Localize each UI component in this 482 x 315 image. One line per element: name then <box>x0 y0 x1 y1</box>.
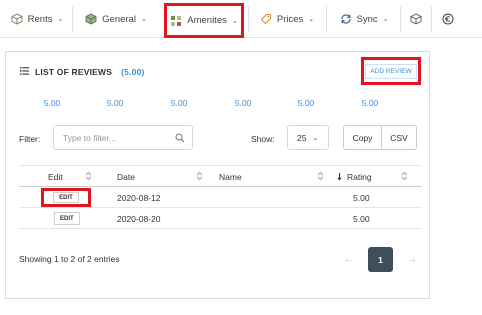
rating-stats: 5.00 5.00 5.00 5.00 5.00 5.00 <box>6 98 431 110</box>
sort-descending-icon[interactable] <box>336 172 343 184</box>
column-header-name[interactable]: Name <box>219 172 242 182</box>
card-title: LIST OF REVIEWS (5.00) <box>20 67 145 77</box>
stat-value: 5.00 <box>43 98 61 108</box>
copy-button[interactable]: Copy <box>343 125 382 150</box>
chevron-down-icon: ⌄ <box>312 134 319 142</box>
stat-value: 5.00 <box>106 98 124 108</box>
sort-icon[interactable] <box>196 171 203 183</box>
nav-tab-rents[interactable]: Rents ⌄ <box>6 4 68 34</box>
stat-value: 5.00 <box>361 98 379 108</box>
add-review-button[interactable]: ADD REVIEW <box>365 63 417 79</box>
chevron-down-icon: ⌄ <box>140 16 147 23</box>
nav-tab-prices[interactable]: Prices ⌄ <box>252 4 322 34</box>
edit-highlight: EDIT <box>41 188 91 207</box>
export-buttons: Copy CSV <box>343 125 417 150</box>
box-icon <box>85 13 97 25</box>
stat-value: 5.00 <box>234 98 252 108</box>
page-size-value: 25 <box>297 132 307 143</box>
cell-date: 2020-08-12 <box>117 193 161 203</box>
nav-divider <box>431 6 432 32</box>
csv-button[interactable]: CSV <box>382 125 417 150</box>
sort-icon[interactable] <box>317 171 324 183</box>
nav-box-button[interactable] <box>404 4 428 34</box>
prev-page-button[interactable]: ← <box>344 254 354 265</box>
reviews-table: Edit Date Name Rating EDIT 2020-08-12 5.… <box>19 165 422 229</box>
nav-tab-label: Rents <box>27 13 53 25</box>
filter-input[interactable]: Type to filter... <box>53 125 193 150</box>
entries-info: Showing 1 to 2 of 2 entries <box>19 254 120 264</box>
column-header-edit[interactable]: Edit <box>48 172 63 182</box>
column-header-date[interactable]: Date <box>117 172 135 182</box>
page-size-select[interactable]: 25 ⌄ <box>287 125 329 150</box>
nav-tab-label: General <box>102 13 136 25</box>
cell-date: 2020-08-20 <box>117 214 161 224</box>
edit-button[interactable]: EDIT <box>53 192 79 203</box>
nav-tab-label: Prices <box>276 13 304 25</box>
nav-divider <box>248 6 249 32</box>
amenities-icon <box>170 15 182 27</box>
cube-icon <box>11 13 23 25</box>
stat-value: 5.00 <box>297 98 315 108</box>
table-row: EDIT 2020-08-12 5.00 <box>19 187 422 208</box>
column-header-rating[interactable]: Rating <box>347 172 372 182</box>
nav-divider <box>326 6 327 32</box>
pagination: ← 1 → <box>344 247 417 272</box>
show-label: Show: <box>251 134 275 144</box>
page-button-current[interactable]: 1 <box>368 247 393 272</box>
list-icon <box>20 67 29 77</box>
cell-rating: 5.00 <box>353 214 370 224</box>
reviews-card: LIST OF REVIEWS (5.00) ADD REVIEW 5.00 5… <box>5 51 430 299</box>
nav-currency-button[interactable] <box>435 4 461 34</box>
filter-placeholder: Type to filter... <box>63 132 116 143</box>
box-icon <box>410 13 422 25</box>
search-icon <box>175 133 185 145</box>
table-row: EDIT 2020-08-20 5.00 <box>19 208 422 229</box>
tag-icon <box>260 13 272 25</box>
stat-value: 5.00 <box>170 98 188 108</box>
table-header: Edit Date Name Rating <box>19 165 422 187</box>
top-nav: Rents ⌄ General ⌄ Amenites ⌄ Prices ⌄ Sy… <box>0 0 482 38</box>
review-count: (5.00) <box>121 67 145 77</box>
nav-tab-label: Sync <box>356 13 378 25</box>
sort-icon[interactable] <box>401 171 408 183</box>
nav-tab-label: Amenites <box>187 15 227 26</box>
cell-rating: 5.00 <box>353 193 370 203</box>
nav-tab-amenites[interactable]: Amenites ⌄ <box>164 3 244 38</box>
card-title-text: LIST OF REVIEWS <box>35 67 113 77</box>
nav-tab-general[interactable]: General ⌄ <box>76 4 156 34</box>
nav-divider <box>72 6 73 32</box>
nav-tab-sync[interactable]: Sync ⌄ <box>330 4 398 34</box>
chevron-down-icon: ⌄ <box>308 16 315 23</box>
add-review-highlight: ADD REVIEW <box>361 57 421 85</box>
chevron-down-icon: ⌄ <box>57 16 64 23</box>
copyright-icon <box>442 13 454 25</box>
nav-divider <box>400 6 401 32</box>
chevron-down-icon: ⌄ <box>382 16 389 23</box>
sync-icon <box>340 13 352 25</box>
next-page-button[interactable]: → <box>407 254 417 265</box>
chevron-down-icon: ⌄ <box>231 17 238 25</box>
edit-button[interactable]: EDIT <box>54 212 80 225</box>
filter-label: Filter: <box>19 134 41 144</box>
sort-icon[interactable] <box>85 171 92 183</box>
